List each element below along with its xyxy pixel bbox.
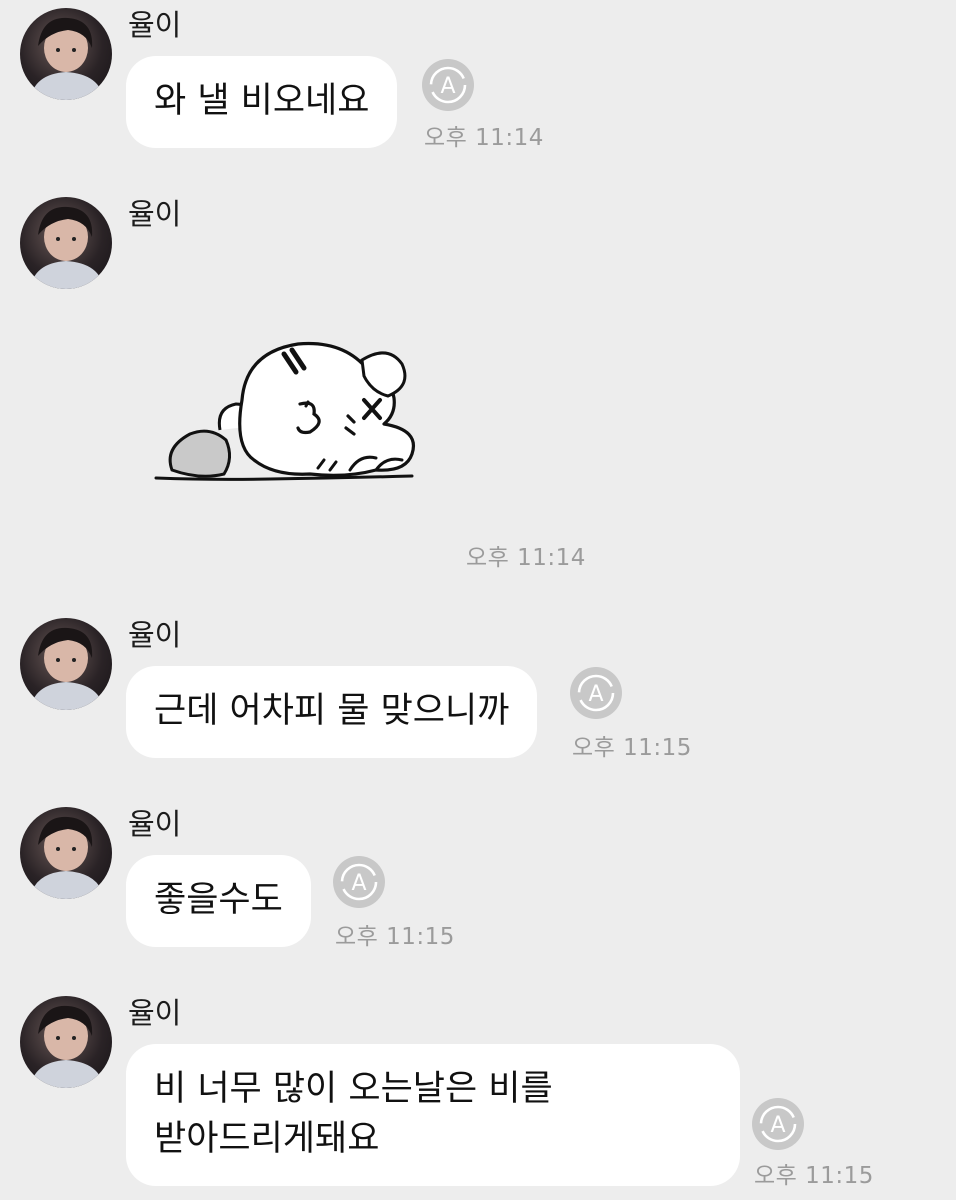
message-timestamp: 오후 11:14 [466, 545, 586, 571]
svg-text:A: A [588, 682, 603, 707]
svg-text:A: A [351, 871, 366, 896]
message-bubble[interactable]: 와 낼 비오네요 [126, 56, 398, 148]
translate-a-icon[interactable]: A [422, 59, 474, 111]
profile-avatar[interactable] [20, 197, 112, 289]
sleepy-puppy-sticker[interactable] [150, 330, 430, 500]
message-bubble[interactable]: 좋을수도 [126, 855, 311, 947]
profile-avatar[interactable] [20, 8, 112, 100]
message-bubble[interactable]: 근데 어차피 물 맞으니까 [126, 666, 538, 758]
message-timestamp: 오후 11:15 [754, 1163, 874, 1189]
translate-a-icon[interactable]: A [752, 1098, 804, 1150]
message-timestamp: 오후 11:15 [335, 924, 455, 950]
svg-text:A: A [770, 1113, 785, 1138]
message-timestamp: 오후 11:15 [572, 735, 692, 761]
sender-name: 율이 [128, 8, 182, 42]
profile-avatar[interactable] [20, 996, 112, 1088]
profile-avatar[interactable] [20, 807, 112, 899]
translate-a-icon[interactable]: A [570, 667, 622, 719]
profile-avatar[interactable] [20, 618, 112, 710]
sender-name: 율이 [128, 996, 182, 1030]
sender-name: 율이 [128, 618, 182, 652]
sender-name: 율이 [128, 197, 182, 231]
message-bubble[interactable]: 비 너무 많이 오는날은 비를 받아드리게돼요 [126, 1044, 740, 1186]
translate-a-icon[interactable]: A [333, 856, 385, 908]
sender-name: 율이 [128, 807, 182, 841]
message-timestamp: 오후 11:14 [424, 125, 544, 151]
svg-text:A: A [440, 74, 455, 99]
